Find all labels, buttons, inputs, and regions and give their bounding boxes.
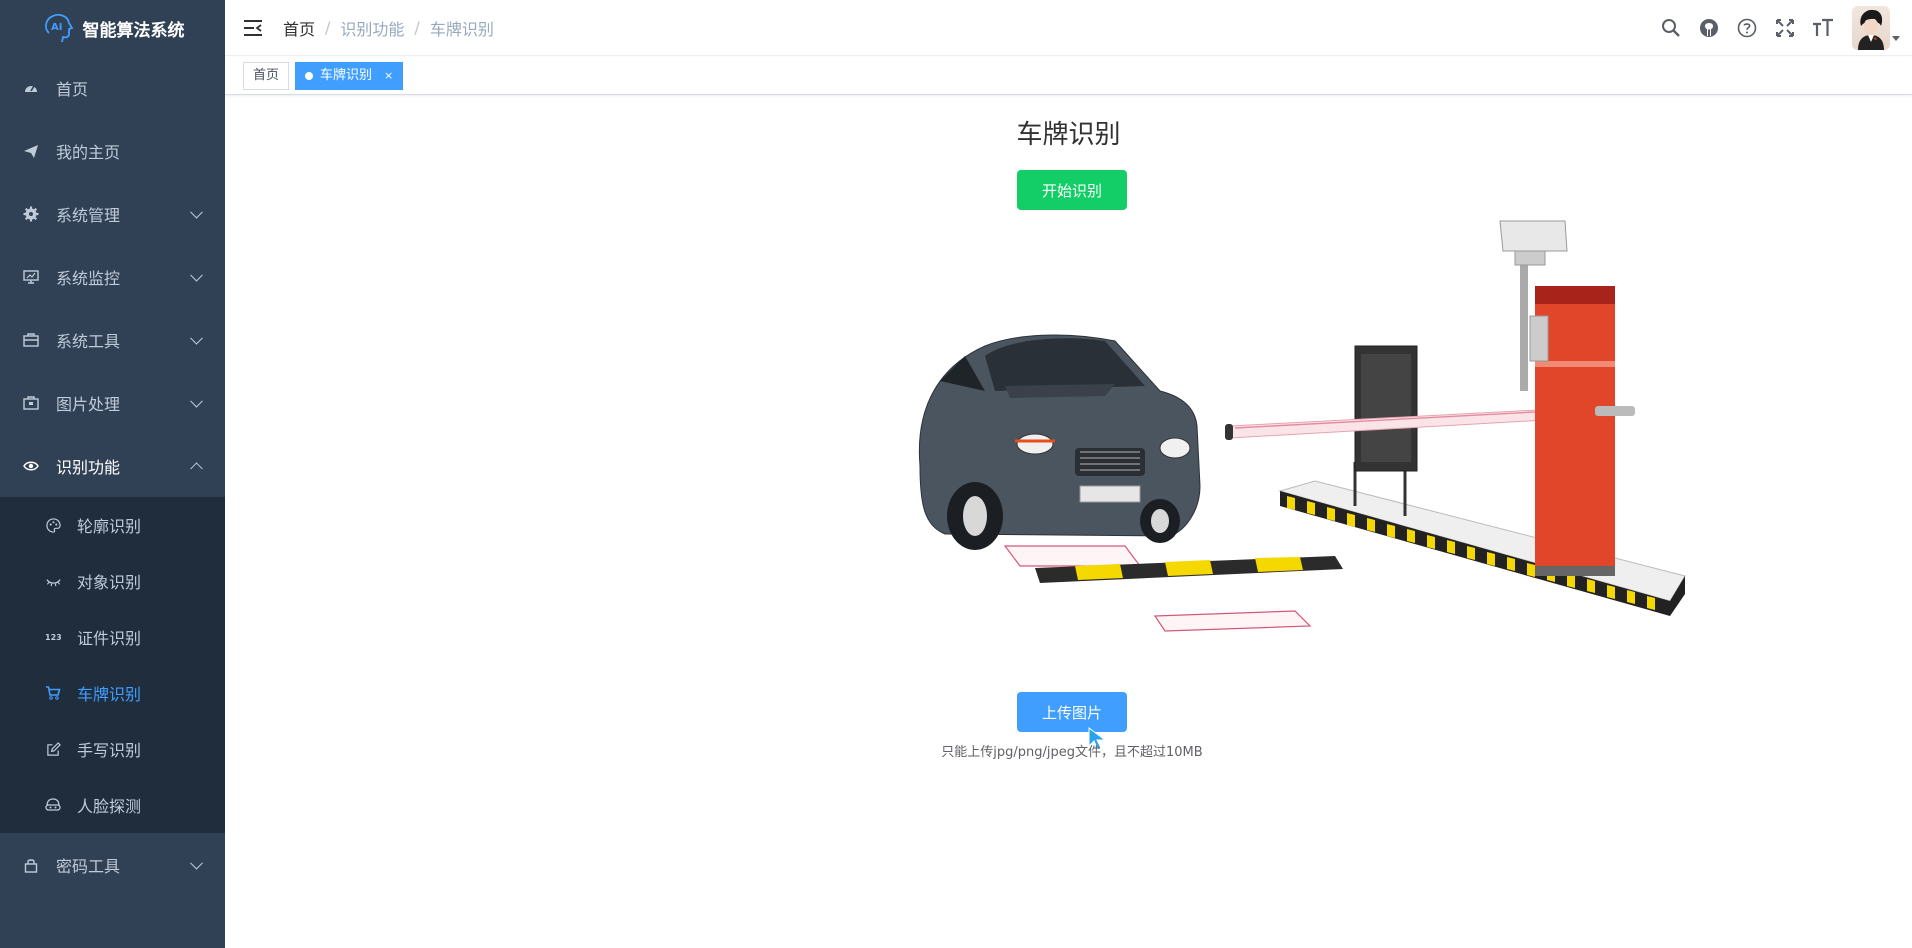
breadcrumb: 首页 / 识别功能 / 车牌识别 (283, 16, 494, 40)
sidebar-item-system-tools[interactable]: 系统工具 (0, 308, 225, 371)
gear-icon (22, 205, 40, 223)
main-content: 车牌识别 开始识别 上传图片 只能上传jpg/png/jpeg文件，且不超过10… (225, 96, 1912, 948)
face-icon (45, 797, 61, 813)
cart-icon (45, 685, 61, 701)
sidebar-item-image-processing[interactable]: 图片处理 (0, 371, 225, 434)
sidebar: AI 智能算法系统 首页 我的主页 系统管理 系统监控 系统工具 图片处理 识别… (0, 0, 225, 948)
sidebar-item-contour-recognition[interactable]: 轮廓识别 (0, 497, 225, 553)
sidebar-item-label: 系统管理 (56, 205, 121, 225)
page-title: 车牌识别 (1016, 120, 1121, 150)
ai-logo-icon: AI (44, 13, 73, 43)
breadcrumb-current: 车牌识别 (429, 19, 494, 39)
tag-home[interactable]: 首页 (243, 61, 290, 90)
chevron-down-icon (190, 205, 203, 219)
sidebar-sub-label: 轮廓识别 (77, 517, 142, 536)
upload-tip: 只能上传jpg/png/jpeg文件，且不超过10MB (941, 745, 1203, 760)
chevron-up-icon (190, 461, 203, 475)
avatar-dropdown[interactable] (1842, 0, 1912, 56)
github-icon (1700, 19, 1718, 37)
send-icon (22, 142, 40, 160)
tag-label: 车牌识别 (320, 67, 373, 83)
navbar: 首页 / 识别功能 / 车牌识别 (225, 0, 1912, 56)
app-root: AI 智能算法系统 首页 我的主页 系统管理 系统监控 系统工具 图片处理 识别… (0, 0, 1912, 948)
sidebar-item-object-recognition[interactable]: 对象识别 (0, 553, 225, 609)
breadcrumb-separator: / (414, 18, 420, 37)
breadcrumb-home[interactable]: 首页 (283, 16, 315, 40)
breadcrumb-recognition: 识别功能 (340, 19, 405, 39)
start-recognition-button[interactable]: 开始识别 (1017, 170, 1127, 210)
palette-icon (45, 517, 61, 533)
toolbox-icon (22, 331, 40, 349)
edit-icon (45, 741, 61, 757)
avatar (1852, 6, 1890, 50)
upload-image-button[interactable]: 上传图片 (1017, 692, 1127, 732)
sidebar-sub-label: 对象识别 (77, 573, 142, 592)
number-123-icon: 123 (45, 629, 61, 645)
tag-plate-recognition[interactable]: 车牌识别 × (295, 61, 404, 90)
sidebar-item-label: 我的主页 (56, 142, 121, 162)
fullscreen-icon (1776, 19, 1794, 37)
recognition-submenu: 轮廓识别 对象识别 123 证件识别 车牌识别 手写识别 人脸探测 (0, 497, 225, 833)
sidebar-item-label: 首页 (56, 79, 89, 99)
sidebar-item-label: 识别功能 (56, 457, 121, 477)
svg-text:123: 123 (45, 633, 61, 642)
monitor-icon (22, 268, 40, 286)
sidebar-item-password-tools[interactable]: 密码工具 (0, 833, 225, 897)
sidebar-item-handwriting-recognition[interactable]: 手写识别 (0, 721, 225, 777)
chevron-down-icon (190, 394, 203, 408)
eye-icon (22, 457, 40, 475)
sidebar-item-system-monitor[interactable]: 系统监控 (0, 245, 225, 308)
chevron-down-icon (190, 268, 203, 282)
caret-down-icon (1892, 36, 1900, 41)
sidebar-item-home[interactable]: 首页 (0, 56, 225, 119)
sidebar-item-my-homepage[interactable]: 我的主页 (0, 119, 225, 182)
sidebar-sub-label: 车牌识别 (77, 685, 142, 704)
sidebar-item-system-management[interactable]: 系统管理 (0, 182, 225, 245)
sidebar-item-label: 图片处理 (56, 394, 121, 414)
help-button[interactable] (1728, 0, 1766, 56)
lock-icon (22, 856, 40, 874)
fullscreen-button[interactable] (1766, 0, 1804, 56)
right-menu (1652, 0, 1912, 56)
sidebar-sub-label: 人脸探测 (77, 797, 142, 816)
font-size-icon (1813, 18, 1833, 36)
sidebar-item-face-detection[interactable]: 人脸探测 (0, 777, 225, 833)
sidebar-item-label: 系统监控 (56, 268, 121, 288)
sidebar-item-label: 系统工具 (56, 331, 121, 351)
image-box-icon (22, 394, 40, 412)
sidebar-item-recognition[interactable]: 识别功能 (0, 434, 225, 497)
github-button[interactable] (1690, 0, 1728, 56)
hamburger-button[interactable] (225, 0, 281, 56)
tags-view: 首页 车牌识别 × (225, 57, 1912, 95)
sidebar-sub-label: 手写识别 (77, 741, 142, 760)
sidebar-sub-label: 证件识别 (77, 629, 142, 648)
font-size-button[interactable] (1804, 0, 1842, 56)
close-icon[interactable]: × (384, 63, 393, 89)
menu-fold-icon (244, 19, 262, 36)
sidebar-item-label: 密码工具 (56, 857, 121, 876)
dashboard-icon (22, 79, 40, 97)
logo[interactable]: AI 智能算法系统 (0, 0, 225, 56)
active-dot-icon (305, 71, 314, 80)
sidebar-item-plate-recognition[interactable]: 车牌识别 (0, 665, 225, 721)
eye-closed-icon (45, 573, 61, 589)
tag-label: 首页 (253, 67, 280, 83)
svg-text:AI: AI (51, 22, 62, 33)
parking-gate-illustration (918, 220, 1686, 632)
search-icon (1662, 19, 1680, 37)
sidebar-item-id-recognition[interactable]: 123 证件识别 (0, 609, 225, 665)
breadcrumb-separator: / (325, 18, 331, 37)
question-icon (1737, 18, 1757, 38)
search-button[interactable] (1652, 0, 1690, 56)
chevron-down-icon (190, 856, 203, 870)
app-title: 智能算法系统 (82, 20, 185, 41)
chevron-down-icon (190, 331, 203, 345)
